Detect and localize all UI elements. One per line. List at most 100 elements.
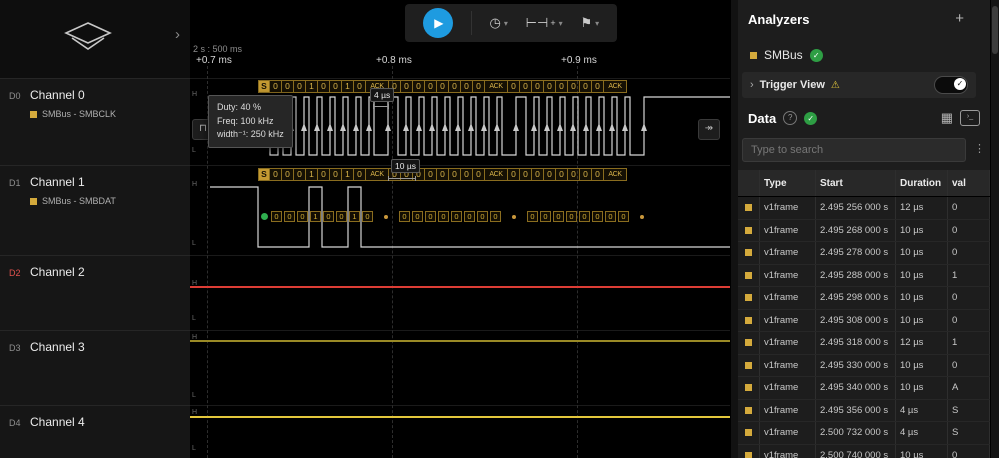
column-header-val[interactable]: val (948, 170, 990, 196)
d1-bit-marker: 0 (412, 211, 423, 222)
frame-table-row[interactable]: v1frame 2.495 330 000 s 10 µs 0 (738, 354, 990, 377)
frame-table-row[interactable]: v1frame 2.495 278 000 s 10 µs 0 (738, 242, 990, 265)
trigger-view-label: Trigger View (759, 79, 825, 91)
search-options-icon[interactable]: ⋮ (974, 142, 985, 155)
scrollbar-thumb[interactable] (992, 6, 998, 54)
help-icon[interactable]: ? (783, 111, 798, 125)
frame-color-swatch (745, 384, 752, 392)
channel-row-d3[interactable]: D3 Channel 3 (0, 330, 190, 406)
column-header-start[interactable]: Start (816, 170, 896, 196)
add-measurement-button[interactable]: ⊢⊣ + ▾ (526, 15, 563, 31)
d0-ack-frame[interactable]: ACK (603, 80, 627, 93)
d1-bit-marker: 0 (464, 211, 475, 222)
tooltip-duty: Duty: 40 % (217, 102, 262, 112)
frame-value-cell: 0 (948, 219, 990, 241)
frame-value-cell: 0 (948, 309, 990, 331)
channel-sidebar: › D0 Channel 0 SMBus - SMBCLK D1 Channel 1 SM… (0, 0, 191, 458)
panel-scrollbar[interactable] (990, 0, 999, 458)
timer-icon: ◷ (489, 15, 501, 30)
frame-duration-cell: 10 µs (896, 444, 948, 458)
d1-ack-frame[interactable]: ACK (365, 168, 389, 181)
d1-decode-row: S 0 0 0 1 0 0 1 0 ACK 0 0 0 0 0 0 0 0 ACK 0 0 0 0 0 0 0 0 ACK (258, 168, 627, 181)
channel-analyzer-label: SMBus - SMBDAT (30, 196, 116, 206)
d1-ack-frame[interactable]: ACK (603, 168, 627, 181)
play-button[interactable]: ▶ (422, 8, 453, 38)
frame-value-cell: 0 (948, 354, 990, 376)
frame-type-cell: v1frame (760, 377, 816, 399)
clock-width-measurement-bracket (373, 104, 389, 109)
d1-bit-marker: 0 (553, 211, 564, 222)
logo-area: › (0, 0, 190, 78)
d0-ack-frame[interactable]: ACK (484, 80, 508, 93)
d1-bit-marker: 0 (362, 211, 373, 222)
flag-icon: ⚑ (580, 15, 593, 30)
clock-width-measurement-label[interactable]: 4 µs (370, 88, 395, 102)
d1-bit-marker: 0 (592, 211, 603, 222)
d1-bit-marker: 0 (566, 211, 577, 222)
frame-color-swatch (745, 429, 752, 437)
frame-table-row[interactable]: v1frame 2.495 340 000 s 10 µs A (738, 377, 990, 400)
d1-bit-marker: 0 (451, 211, 462, 222)
frame-color-cell (738, 197, 760, 219)
channel-id-label: D4 (9, 418, 21, 428)
start-condition-marker (261, 213, 268, 220)
terminal-view-icon[interactable]: ›_ (960, 110, 980, 126)
table-view-icon[interactable]: ▦ (941, 110, 953, 126)
frame-table-row[interactable]: v1frame 2.495 356 000 s4 µs S (738, 399, 990, 422)
channel-row-d4[interactable]: D4 Channel 4 (0, 405, 190, 458)
analyzer-color-swatch (750, 51, 757, 59)
frame-color-swatch (745, 249, 752, 257)
sidebar-collapse-chevron[interactable]: › (175, 26, 180, 43)
d1-bit-marker: 0 (527, 211, 538, 222)
frame-color-cell (738, 399, 760, 421)
frame-table-row[interactable]: v1frame 2.500 740 000 s 10 µs 0 (738, 444, 990, 458)
frame-table-row[interactable]: v1frame 2.495 318 000 s 12 µs 1 (738, 332, 990, 355)
channel-row-d1[interactable]: D1 Channel 1 SMBus - SMBDAT (0, 165, 190, 256)
analyzers-panel: Analyzers + SMBus ✓ › Trigger View ⚠ ✓ D… (738, 0, 990, 458)
d1-bit-marker: 0 (323, 211, 334, 222)
d1-bit-marker: 1 (310, 211, 321, 222)
frame-duration-cell: 4 µs (896, 399, 948, 421)
channel-id-label: D0 (9, 91, 21, 101)
search-input[interactable] (742, 138, 966, 162)
data-width-measurement-label[interactable]: 10 µs (391, 159, 420, 173)
table-header-row: Type Start Duration val (738, 170, 990, 197)
analyzer-item-smbus[interactable]: SMBus ✓ (750, 48, 823, 62)
frame-table-row[interactable]: v1frame 2.495 268 000 s 10 µs 0 (738, 219, 990, 242)
d1-ack-frame[interactable]: ACK (484, 168, 508, 181)
channel-name-label: Channel 0 (30, 88, 85, 102)
frame-start-cell: 2.495 340 000 s (816, 377, 896, 399)
channel-name-label: Channel 3 (30, 340, 85, 354)
frame-type-cell: v1frame (760, 399, 816, 421)
tooltip-width: width⁻¹: 250 kHz (217, 129, 284, 139)
annotations-button[interactable]: ⚑ ▾ (580, 15, 599, 31)
channel-row-d2[interactable]: D2 Channel 2 (0, 255, 190, 331)
frame-value-cell: 0 (948, 242, 990, 264)
trigger-view-toggle[interactable]: ✓ (934, 76, 968, 94)
d1-bit-marker: 0 (540, 211, 551, 222)
frame-start-cell: 2.495 356 000 s (816, 399, 896, 421)
frame-table-row[interactable]: v1frame 2.500 732 000 s4 µs S (738, 422, 990, 445)
frame-table-row[interactable]: v1frame 2.495 308 000 s 10 µs 0 (738, 309, 990, 332)
add-analyzer-button[interactable]: + (955, 10, 964, 27)
d1-bit-marker: 0 (579, 211, 590, 222)
column-header-duration[interactable]: Duration (896, 170, 948, 196)
trigger-view-row[interactable]: › Trigger View ⚠ ✓ (742, 72, 976, 98)
data-width-measurement-bracket (388, 176, 416, 181)
frame-table-row[interactable]: v1frame 2.495 256 000 s 12 µs 0 (738, 197, 990, 220)
frame-duration-cell: 10 µs (896, 377, 948, 399)
timing-marker-button[interactable]: ◷ ▾ (489, 15, 507, 31)
frame-type-cell: v1frame (760, 309, 816, 331)
frame-duration-cell: 10 µs (896, 242, 948, 264)
column-header-icon (738, 170, 760, 196)
channel-row-d0[interactable]: D0 Channel 0 SMBus - SMBCLK (0, 78, 190, 166)
frame-table-row[interactable]: v1frame 2.495 298 000 s 10 µs 0 (738, 287, 990, 310)
d1-bit-marker: 0 (271, 211, 282, 222)
frame-duration-cell: 10 µs (896, 309, 948, 331)
next-edge-button[interactable]: ↠ (698, 119, 720, 140)
column-header-type[interactable]: Type (760, 170, 816, 196)
waveform-area[interactable]: 2 s : 500 ms Duty: 40 % Freq: 100 kHz wi… (190, 0, 730, 458)
frame-type-cell: v1frame (760, 197, 816, 219)
frame-table-row[interactable]: v1frame 2.495 288 000 s 10 µs 1 (738, 264, 990, 287)
frame-value-cell: S (948, 422, 990, 444)
